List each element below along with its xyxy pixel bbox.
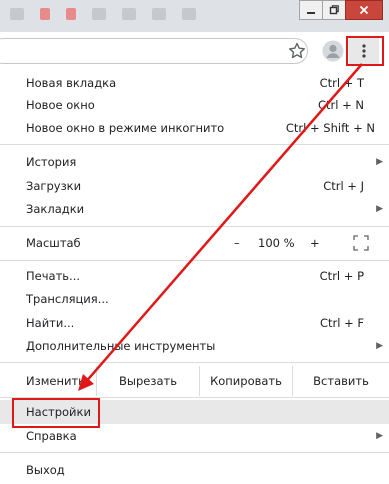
close-icon	[359, 5, 369, 15]
restore-button[interactable]	[322, 0, 346, 20]
menu-item-label: Новая вкладка	[26, 76, 117, 90]
menu-separator	[0, 452, 389, 453]
menu-separator	[0, 260, 389, 261]
menu-item-label: Трансляция...	[26, 292, 109, 306]
chevron-right-icon: ▶	[376, 204, 383, 214]
menu-item-label: Найти...	[26, 316, 75, 330]
menu-item-shortcut: Ctrl + F	[319, 316, 364, 330]
chevron-right-icon: ▶	[376, 431, 383, 441]
minimize-icon	[307, 12, 315, 14]
chevron-right-icon: ▶	[376, 157, 383, 167]
settings-highlight-box	[12, 398, 100, 428]
menu-separator	[0, 144, 389, 145]
menu-item-shortcut: Ctrl + P	[319, 269, 364, 283]
menu-item-label: Дополнительные инструменты	[26, 339, 216, 353]
restore-icon	[329, 5, 339, 15]
menu-separator	[0, 362, 389, 363]
menu-item-label: Новое окно	[26, 98, 95, 112]
window-controls	[299, 0, 383, 21]
menu-item-label: Новое окно в режиме инкогнито	[26, 121, 225, 135]
zoom-label: Масштаб	[26, 236, 81, 250]
fullscreen-icon[interactable]	[353, 235, 369, 251]
zoom-in-button[interactable]: +	[310, 236, 320, 250]
menu-separator	[0, 226, 389, 227]
zoom-out-button[interactable]: –	[234, 236, 240, 250]
menu-item-bookmarks[interactable]: Закладки ▶	[0, 198, 389, 220]
close-window-button[interactable]	[345, 0, 383, 20]
menu-item-label: Загрузки	[26, 179, 82, 193]
paste-label: Вставить	[313, 374, 369, 388]
window-titlebar	[0, 0, 389, 32]
menu-item-label: История	[26, 155, 77, 169]
menu-item-exit[interactable]: Выход	[0, 459, 389, 481]
menu-item-label: Печать...	[26, 269, 81, 283]
browser-toolbar	[0, 32, 389, 71]
menu-item-new-tab[interactable]: Новая вкладка Ctrl + T	[0, 72, 389, 94]
zoom-value: 100 %	[258, 236, 295, 250]
cut-label: Вырезать	[119, 374, 177, 388]
menu-item-cast[interactable]: Трансляция...	[0, 288, 389, 310]
address-bar[interactable]	[0, 38, 308, 64]
menu-item-label: Справка	[26, 429, 77, 443]
tab-strip-icons	[10, 8, 196, 20]
star-icon[interactable]	[287, 41, 307, 61]
zoom-row: Масштаб – 100 % +	[0, 230, 389, 256]
menu-item-shortcut: Ctrl + T	[319, 76, 364, 90]
menu-item-shortcut: Ctrl + Shift + N	[285, 121, 375, 135]
cut-button[interactable]: Вырезать	[96, 366, 199, 396]
avatar-icon[interactable]	[322, 40, 344, 62]
copy-label: Копировать	[210, 374, 282, 388]
menu-item-print[interactable]: Печать... Ctrl + P	[0, 265, 389, 287]
menu-item-find[interactable]: Найти... Ctrl + F	[0, 312, 389, 334]
menu-item-shortcut: Ctrl + N	[317, 98, 364, 112]
menu-item-incognito[interactable]: Новое окно в режиме инкогнито Ctrl + Shi…	[0, 117, 389, 139]
minimize-button[interactable]	[299, 0, 323, 20]
edit-row: Изменить Вырезать Копировать Вставить	[0, 366, 389, 396]
menu-item-downloads[interactable]: Загрузки Ctrl + J	[0, 175, 389, 197]
menu-button-highlight	[346, 36, 384, 66]
menu-item-help[interactable]: Справка ▶	[0, 425, 389, 447]
edit-label: Изменить	[26, 374, 85, 388]
paste-button[interactable]: Вставить	[292, 366, 389, 396]
copy-button[interactable]: Копировать	[199, 366, 292, 396]
menu-item-new-window[interactable]: Новое окно Ctrl + N	[0, 94, 389, 116]
menu-item-label: Закладки	[26, 202, 85, 216]
chevron-right-icon: ▶	[376, 341, 383, 351]
menu-item-history[interactable]: История ▶	[0, 151, 389, 173]
menu-item-label: Выход	[26, 463, 65, 477]
menu-item-shortcut: Ctrl + J	[323, 179, 364, 193]
menu-item-more-tools[interactable]: Дополнительные инструменты ▶	[0, 335, 389, 357]
